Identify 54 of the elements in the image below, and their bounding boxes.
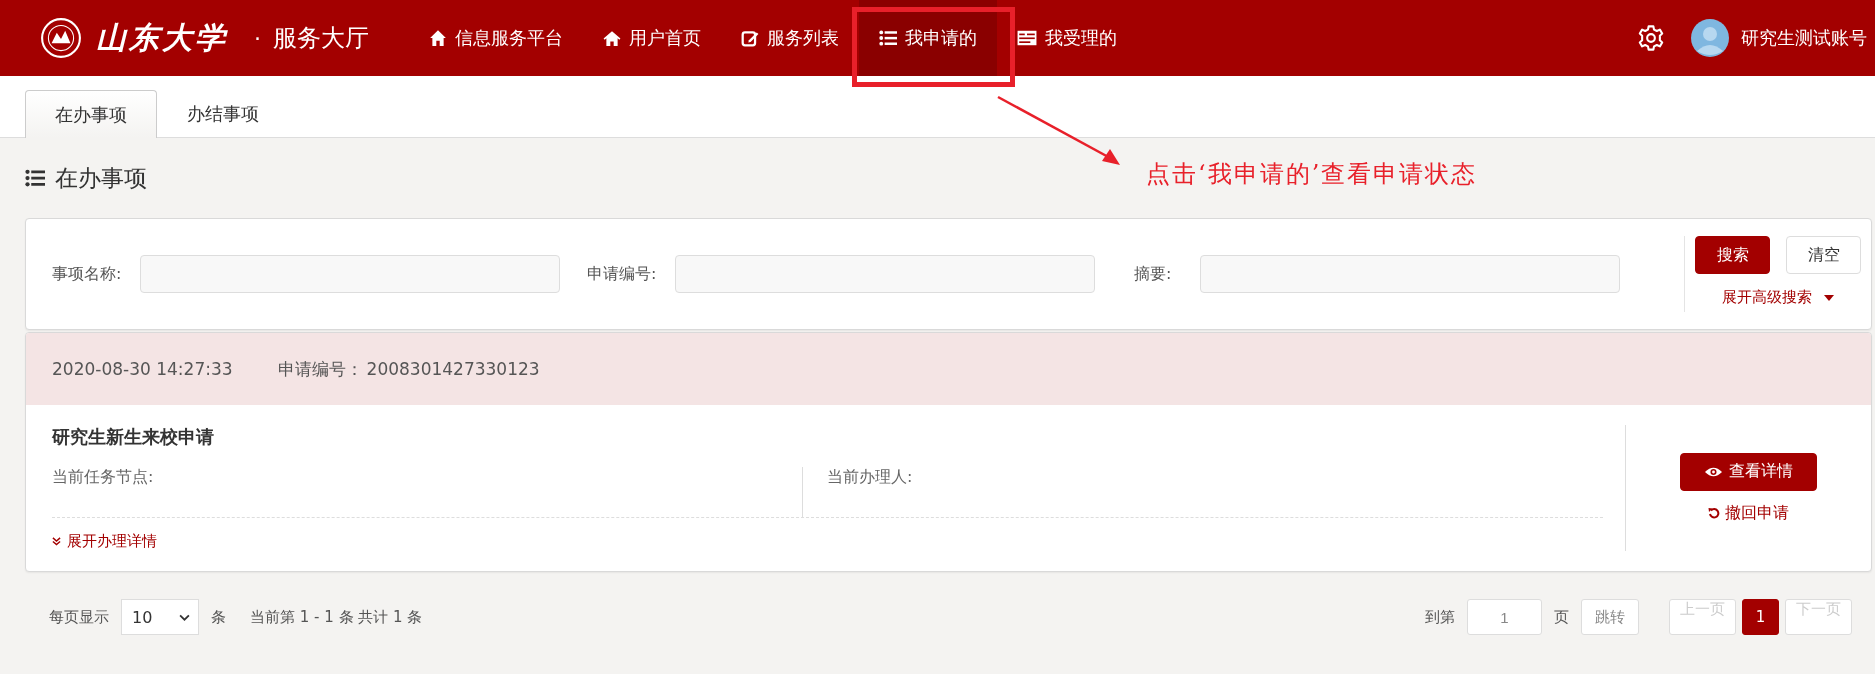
site-title: 服务大厅 [273,23,369,54]
home-icon [603,29,621,47]
separator-dot: · [254,25,261,51]
clear-button[interactable]: 清空 [1786,236,1861,274]
nav-item[interactable]: 我申请的 [859,0,997,76]
view-details-button[interactable]: 查看详情 [1680,452,1817,491]
record-number-label: 申请编号： [277,357,363,381]
user-name[interactable]: 研究生测试账号 [1741,26,1867,50]
page-title: 在办事项 [55,163,147,193]
goto-unit: 页 [1554,607,1569,627]
logo-text: 山东大学 [96,18,228,57]
goto-page-field[interactable]: 1 [1467,599,1542,635]
caret-icon [1824,294,1834,301]
per-page-label: 每页显示 [49,607,109,627]
per-page-unit: 条 [211,607,226,627]
eye-icon [1704,465,1723,478]
per-page-select[interactable]: 10 [121,599,199,635]
field-label: 申请编号: [587,263,658,285]
undo-icon [1708,507,1720,519]
task-node-label: 当前任务节点: [52,467,154,486]
edit-icon [741,29,759,47]
field-label: 摘要: [1134,263,1173,285]
avatar-icon[interactable] [1691,19,1729,57]
annotation-text: 点击‘我申请的’查看申请状态 [1146,159,1478,190]
chevron-down-icon [179,613,190,621]
tab[interactable]: 办结事项 [157,90,289,138]
input-field[interactable] [140,255,560,293]
double-chevron-icon [52,537,61,546]
record-number: 2008301427330123 [366,359,540,379]
record-datetime: 2020-08-30 14:27:33 [52,359,233,379]
nav-item[interactable]: 用户首页 [583,0,721,76]
settings-icon[interactable] [1637,24,1665,52]
nav-item[interactable]: 信息服务平台 [409,0,583,76]
field-label: 事项名称: [52,263,123,285]
home-icon [429,29,447,47]
advanced-search-link[interactable]: 展开高级搜索 [1722,288,1834,307]
nav-item[interactable]: 服务列表 [721,0,859,76]
tab[interactable]: 在办事项 [25,90,157,138]
expand-details-link[interactable]: 展开办理详情 [52,532,1603,551]
record-title: 研究生新生来校申请 [52,425,215,449]
page-button[interactable]: 1 [1742,599,1779,635]
emblem-icon [40,17,82,59]
handler-label: 当前办理人: [827,467,913,486]
input-field[interactable] [1200,255,1620,293]
list-icon [879,29,897,47]
list-icon [25,168,45,188]
nav-item[interactable]: 我受理的 [997,0,1137,76]
page-summary: 当前第 1 - 1 条 共计 1 条 [250,607,423,627]
card-icon [1017,29,1037,47]
withdraw-link[interactable]: 撤回申请 [1708,502,1789,524]
jump-button[interactable]: 跳转 [1581,599,1639,635]
goto-label: 到第 [1425,607,1455,627]
input-field[interactable] [675,255,1095,293]
search-button[interactable]: 搜索 [1695,236,1770,274]
